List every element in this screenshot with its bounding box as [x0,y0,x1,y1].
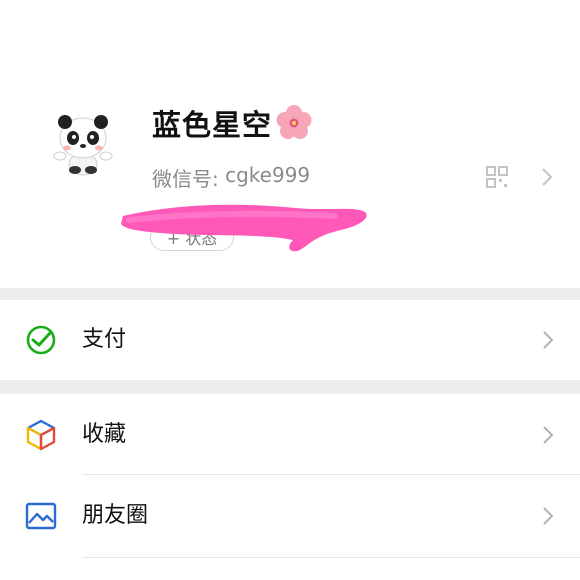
menu-item-favorites[interactable]: 收藏 [0,394,580,476]
cube-icon [26,419,56,451]
chevron-right-icon [543,507,554,525]
wechat-id-value: cgke999 [225,163,311,187]
nickname-row: 蓝色星空 [152,100,314,146]
me-screen: 蓝色星空 微信号: cgke999 + 状态 支付 收藏 朋友圈 [0,0,580,580]
cherry-blossom-icon [276,105,312,139]
menu-item-pay[interactable]: 支付 [0,300,580,380]
qr-code-icon[interactable] [486,166,508,188]
wechat-pay-icon [26,325,56,355]
wechat-id: 微信号: cgke999 [152,163,310,192]
menu-item-moments[interactable]: 朋友圈 [0,475,580,557]
pay-section: 支付 [0,300,580,380]
divider [82,557,580,558]
redaction-scribble [121,204,367,252]
chevron-right-icon[interactable] [540,166,554,188]
avatar[interactable] [50,112,116,178]
features-section: 收藏 朋友圈 [0,394,580,580]
chevron-right-icon [543,331,554,349]
menu-item-favorites-label: 收藏 [82,422,127,447]
picture-icon [25,502,57,530]
menu-item-moments-label: 朋友圈 [82,503,149,528]
chevron-right-icon [543,426,554,444]
wechat-id-label: 微信号: [152,167,226,191]
profile-card[interactable]: 蓝色星空 微信号: cgke999 + 状态 [0,0,580,288]
menu-item-pay-label: 支付 [82,327,127,352]
nickname: 蓝色星空 [152,108,273,142]
